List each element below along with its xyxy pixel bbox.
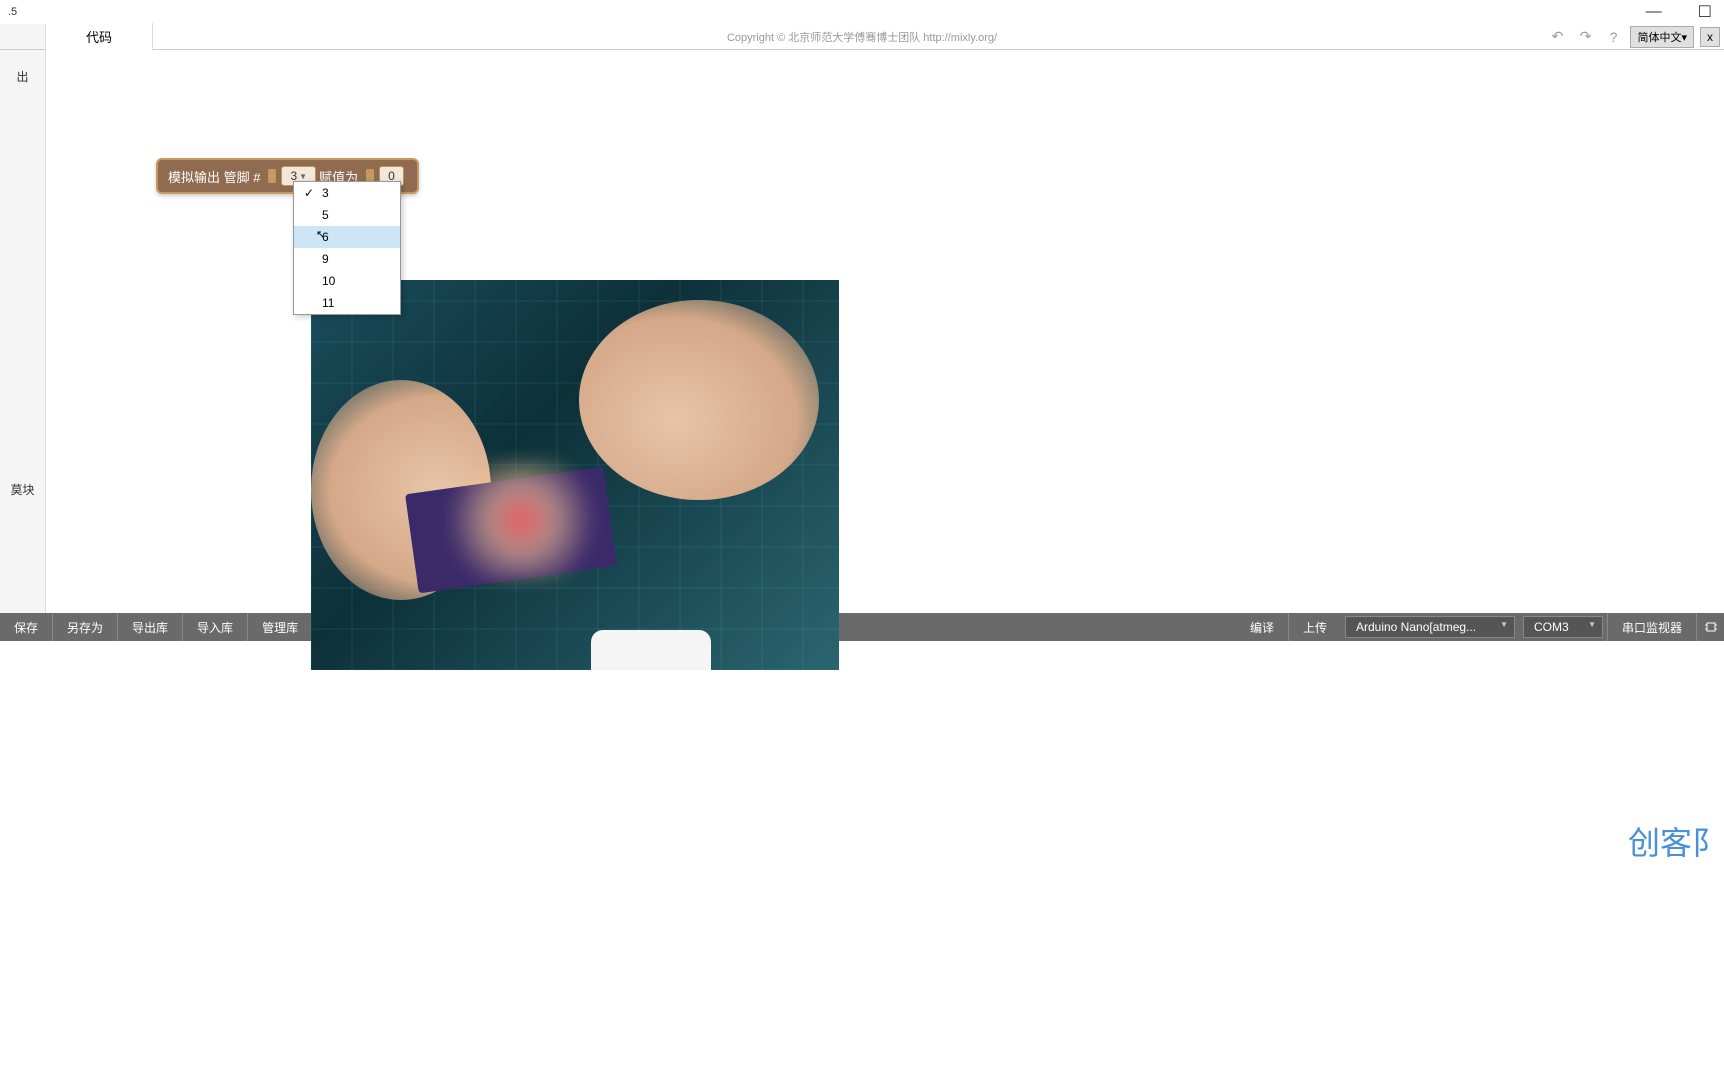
serial-monitor-button[interactable]: 串口监视器 (1607, 613, 1696, 641)
manage-lib-button[interactable]: 管理库 (248, 613, 313, 641)
block-connector-icon (268, 169, 276, 183)
tab-area: 代码 (46, 23, 153, 50)
left-sidebar[interactable]: 出 莫块 (0, 50, 46, 613)
workspace[interactable]: 模拟输出 管脚 # 3 ▼ 赋值为 0 3 5 6 ↖ 9 10 11 (46, 50, 1724, 613)
top-right-controls: ↶ ↷ ? 简体中文▾ x (1546, 26, 1720, 48)
main-area: 出 莫块 模拟输出 管脚 # 3 ▼ 赋值为 0 3 5 6 ↖ (0, 50, 1724, 613)
photo-overlay (311, 280, 839, 670)
help-icon[interactable]: ? (1602, 26, 1624, 48)
maximize-button[interactable]: ☐ (1690, 2, 1720, 22)
window-controls: — ☐ (1638, 2, 1720, 22)
dropdown-item-5[interactable]: 5 (294, 204, 400, 226)
save-button[interactable]: 保存 (0, 613, 53, 641)
close-panel-button[interactable]: x (1700, 27, 1720, 47)
import-lib-button[interactable]: 导入库 (183, 613, 248, 641)
minimize-button[interactable]: — (1638, 3, 1670, 21)
top-toolbar: 代码 Copyright © 北京师范大学傅骞博士团队 http://mixly… (0, 24, 1724, 50)
arduino-photo (311, 280, 839, 670)
chip-icon[interactable] (1696, 613, 1724, 641)
block-label-pin: 模拟输出 管脚 # (168, 167, 260, 186)
dropdown-item-11[interactable]: 11 (294, 292, 400, 314)
cursor-icon: ↖ (316, 228, 325, 241)
undo-icon[interactable]: ↶ (1546, 26, 1568, 48)
compile-button[interactable]: 编译 (1236, 613, 1289, 641)
sidebar-top-corner (0, 24, 46, 49)
tab-code[interactable]: 代码 (46, 23, 153, 50)
save-as-button[interactable]: 另存为 (53, 613, 118, 641)
title-bar: .5 — ☐ (0, 0, 1724, 24)
board-select[interactable]: Arduino Nano[atmeg... (1345, 616, 1515, 638)
chevron-down-icon: ▼ (299, 172, 307, 181)
export-lib-button[interactable]: 导出库 (118, 613, 183, 641)
watermark-text: 创客阝 (1628, 818, 1724, 864)
dropdown-item-3[interactable]: 3 (294, 182, 400, 204)
dropdown-item-6[interactable]: 6 ↖ (294, 226, 400, 248)
redo-icon[interactable]: ↷ (1574, 26, 1596, 48)
copyright-text: Copyright © 北京师范大学傅骞博士团队 http://mixly.or… (727, 29, 997, 45)
upload-button[interactable]: 上传 (1289, 613, 1341, 641)
language-select[interactable]: 简体中文▾ (1630, 26, 1694, 48)
dropdown-item-9[interactable]: 9 (294, 248, 400, 270)
sidebar-category-output[interactable]: 出 (16, 68, 28, 85)
pin-dropdown-menu: 3 5 6 ↖ 9 10 11 (293, 181, 401, 315)
port-select[interactable]: COM3 (1523, 616, 1603, 638)
title-version: .5 (4, 6, 17, 18)
dropdown-item-10[interactable]: 10 (294, 270, 400, 292)
sidebar-category-module[interactable]: 莫块 (10, 481, 34, 498)
bottom-toolbar: 保存 另存为 导出库 导入库 管理库 编译 上传 Arduino Nano[at… (0, 613, 1724, 641)
